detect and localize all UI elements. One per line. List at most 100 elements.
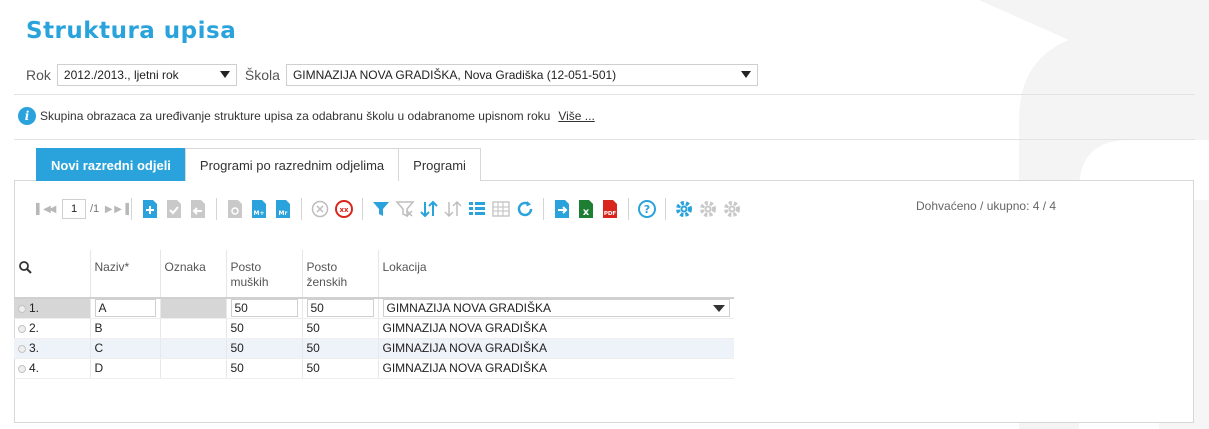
export-icon[interactable] [552, 199, 572, 219]
cell-posto-muskih[interactable]: 50 [226, 338, 303, 359]
cell-naziv[interactable]: D [90, 358, 161, 379]
cancel-icon[interactable] [310, 199, 330, 219]
help-icon[interactable]: ? [637, 199, 657, 219]
cell-naziv[interactable]: B [90, 318, 161, 339]
search-icon[interactable] [18, 260, 32, 274]
cancel-all-icon[interactable]: xx [334, 199, 354, 219]
toolbar-separator [362, 198, 364, 220]
table-row[interactable]: 3. C 50 50 GIMNAZIJA NOVA GRADIŠKA [14, 338, 734, 359]
toolbar-separator [665, 198, 667, 220]
cell-oznaka[interactable] [160, 358, 227, 379]
table-row[interactable]: 4. D 50 50 GIMNAZIJA NOVA GRADIŠKA [14, 358, 734, 379]
row-number-text: 2. [29, 321, 40, 335]
cell-lokacija[interactable]: GIMNAZIJA NOVA GRADIŠKA [378, 358, 734, 379]
row-status-icon [18, 345, 26, 353]
column-header-posto-zenskih[interactable]: Posto ženskih [302, 250, 379, 299]
pdf-icon[interactable]: PDF [600, 199, 620, 219]
lokacija-select[interactable]: GIMNAZIJA NOVA GRADIŠKA [382, 299, 730, 318]
page-title: Struktura upisa [26, 18, 237, 44]
posto-muskih-input[interactable]: 50 [230, 299, 298, 318]
first-page-icon[interactable]: ▌◀ [36, 204, 51, 215]
columns-grid-icon[interactable] [491, 199, 511, 219]
cell-oznaka[interactable] [160, 338, 227, 359]
mr-icon[interactable]: Mr [273, 199, 293, 219]
row-number[interactable]: 3. [14, 338, 91, 359]
cell-posto-muskih[interactable]: 50 [226, 318, 303, 339]
column-header-lokacija[interactable]: Lokacija [378, 250, 734, 299]
last-page-icon[interactable]: ▶▐ [114, 204, 129, 215]
record-counter: Dohvaćeno / ukupno: 4 / 4 [916, 199, 1057, 213]
cell-lokacija[interactable]: GIMNAZIJA NOVA GRADIŠKA [378, 318, 734, 339]
cell-posto-zenskih[interactable]: 50 [302, 298, 379, 319]
next-page-icon[interactable]: ▶ [103, 204, 114, 215]
page-input[interactable]: 1 [62, 199, 86, 219]
column-header-posto-muskih[interactable]: Posto muških [226, 250, 303, 299]
prev-page-icon[interactable]: ◀ [47, 204, 58, 215]
grid-search-header[interactable] [14, 250, 91, 299]
cell-oznaka[interactable] [160, 298, 227, 319]
excel-icon[interactable]: x [576, 199, 596, 219]
more-link[interactable]: Više ... [558, 109, 594, 123]
cell-posto-muskih[interactable]: 50 [226, 358, 303, 379]
row-status-icon [18, 365, 26, 373]
svg-text:Mr: Mr [279, 210, 288, 217]
svg-text:PDF: PDF [604, 211, 617, 217]
cell-posto-zenskih[interactable]: 50 [302, 338, 379, 359]
row-number[interactable]: 2. [14, 318, 91, 339]
settings-reset-icon[interactable] [722, 199, 742, 219]
cell-posto-zenskih[interactable]: 50 [302, 358, 379, 379]
tab-programi[interactable]: Programi [398, 148, 481, 181]
row-number-text: 1. [29, 301, 40, 316]
table-row[interactable]: 2. B 50 50 GIMNAZIJA NOVA GRADIŠKA [14, 318, 734, 339]
info-icon: i [18, 107, 36, 125]
info-row: i Skupina obrazaca za uređivanje struktu… [18, 107, 595, 125]
clear-sort-icon[interactable] [443, 199, 463, 219]
divider [14, 139, 1195, 140]
refresh-icon[interactable] [515, 199, 535, 219]
divider [14, 94, 1195, 95]
copy-icon[interactable] [225, 199, 245, 219]
data-grid: Naziv* Oznaka Posto muških Posto ženskih… [14, 250, 734, 379]
cell-naziv[interactable]: C [90, 338, 161, 359]
column-header-oznaka[interactable]: Oznaka [160, 250, 227, 299]
rok-select[interactable]: 2012./2013., ljetni rok [56, 64, 237, 86]
column-header-line: ženskih [306, 275, 348, 289]
lokacija-value: GIMNAZIJA NOVA GRADIŠKA [386, 301, 551, 316]
toolbar-separator [301, 198, 303, 220]
toolbar: ▌◀ ◀ 1 /1 ▶ ▶▐ M+ Mr xx x PDF ? [36, 196, 744, 222]
column-header-line: Posto [230, 260, 262, 274]
posto-zenskih-input[interactable]: 50 [306, 299, 374, 318]
cell-lokacija[interactable]: GIMNAZIJA NOVA GRADIŠKA [378, 338, 734, 359]
undo-icon[interactable] [188, 199, 208, 219]
sort-icon[interactable] [419, 199, 439, 219]
chevron-down-icon [740, 71, 751, 78]
filter-row: Rok 2012./2013., ljetni rok Škola GIMNAZ… [26, 64, 758, 86]
row-status-icon [18, 325, 26, 333]
row-number[interactable]: 4. [14, 358, 91, 379]
filter-icon[interactable] [371, 199, 391, 219]
tab-programi-po-razrednim-odjelima[interactable]: Programi po razrednim odjelima [184, 148, 400, 181]
save-icon[interactable] [164, 199, 184, 219]
settings-save-icon[interactable] [698, 199, 718, 219]
chevron-down-icon [713, 305, 725, 313]
cell-posto-zenskih[interactable]: 50 [302, 318, 379, 339]
column-header-naziv[interactable]: Naziv* [90, 250, 161, 299]
naziv-input[interactable]: A [94, 299, 156, 318]
toolbar-separator [628, 198, 630, 220]
skola-label: Škola [244, 67, 280, 83]
add-row-icon[interactable] [140, 199, 160, 219]
settings-icon[interactable] [674, 199, 694, 219]
cell-naziv[interactable]: A [90, 298, 161, 319]
cell-oznaka[interactable] [160, 318, 227, 339]
table-row[interactable]: 1. A 50 50 GIMNAZIJA NOVA GRADIŠKA [14, 298, 734, 319]
row-number[interactable]: 1. [14, 298, 91, 319]
cell-lokacija[interactable]: GIMNAZIJA NOVA GRADIŠKA [378, 298, 734, 319]
rok-value: 2012./2013., ljetni rok [63, 68, 179, 82]
m-plus-icon[interactable]: M+ [249, 199, 269, 219]
columns-icon[interactable] [467, 199, 487, 219]
clear-filter-icon[interactable] [395, 199, 415, 219]
cell-posto-muskih[interactable]: 50 [226, 298, 303, 319]
skola-select[interactable]: GIMNAZIJA NOVA GRADIŠKA, Nova Gradiška (… [285, 64, 758, 86]
tab-novi-razredni-odjeli[interactable]: Novi razredni odjeli [36, 148, 186, 181]
toolbar-separator [543, 198, 545, 220]
